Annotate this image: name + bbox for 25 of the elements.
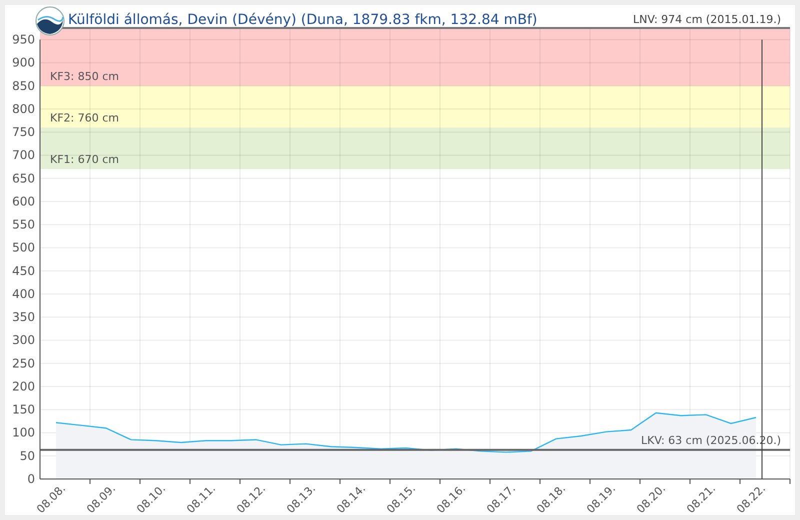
y-tick-label: 950 xyxy=(12,32,35,47)
band-label: KF1: 670 cm xyxy=(50,153,119,166)
band-label: KF2: 760 cm xyxy=(50,111,119,124)
y-tick-label: 500 xyxy=(12,240,35,255)
y-tick-label: 650 xyxy=(12,171,35,186)
station-title[interactable]: Külföldi állomás, Devin (Dévény) (Duna, 1879.83 fkm, 132.84 mBf) xyxy=(68,12,538,28)
y-tick-label: 400 xyxy=(12,286,35,301)
y-tick-label: 250 xyxy=(12,356,35,370)
y-tick-label: 600 xyxy=(12,194,35,208)
y-tick-label: 900 xyxy=(12,56,35,70)
y-tick-label: 200 xyxy=(12,379,35,394)
y-tick-label: 300 xyxy=(12,333,35,348)
y-tick-label: 550 xyxy=(12,218,35,232)
y-tick-label: 50 xyxy=(20,448,35,463)
y-tick-label: 150 xyxy=(12,402,35,417)
y-tick-label: 100 xyxy=(12,426,35,440)
y-tick-label: 850 xyxy=(12,78,35,93)
y-tick-label: 350 xyxy=(12,310,35,324)
record-high-label: LNV: 974 cm (2015.01.19.) xyxy=(632,13,781,26)
y-tick-label: 800 xyxy=(12,102,35,116)
y-tick-label: 0 xyxy=(27,472,35,486)
y-tick-label: 450 xyxy=(12,264,35,278)
band-label: KF3: 850 cm xyxy=(50,70,119,83)
y-tick-label: 700 xyxy=(12,148,35,162)
y-tick-label: 750 xyxy=(12,125,35,140)
